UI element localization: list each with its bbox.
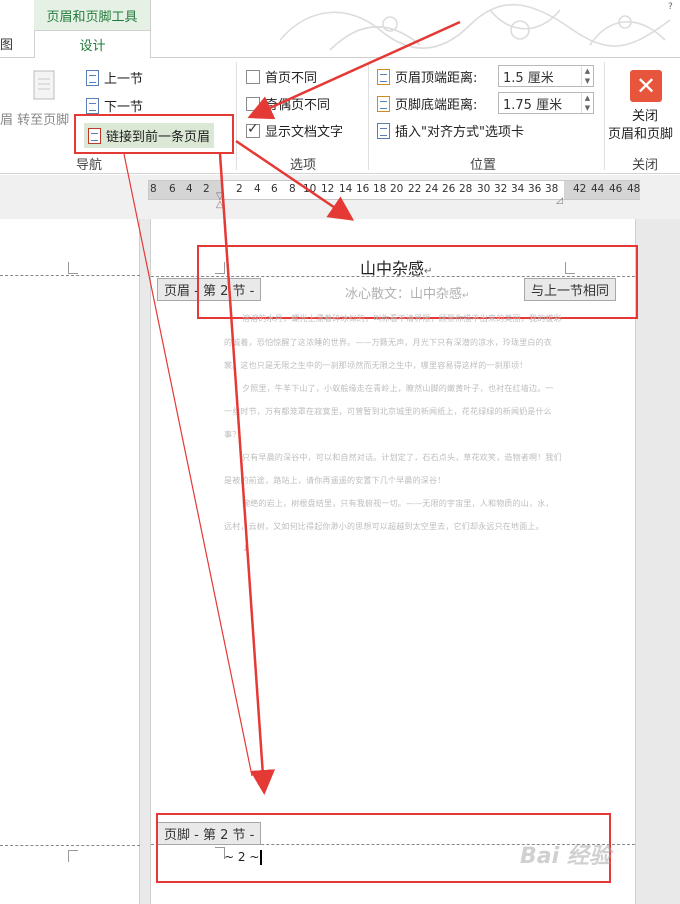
arrow-to-footer: [218, 153, 276, 795]
arrow-thin-line: [123, 153, 253, 777]
annotation-arrows: [123, 20, 461, 795]
arrow-to-show-document-text: [247, 20, 461, 120]
arrow-to-header: [235, 139, 355, 221]
